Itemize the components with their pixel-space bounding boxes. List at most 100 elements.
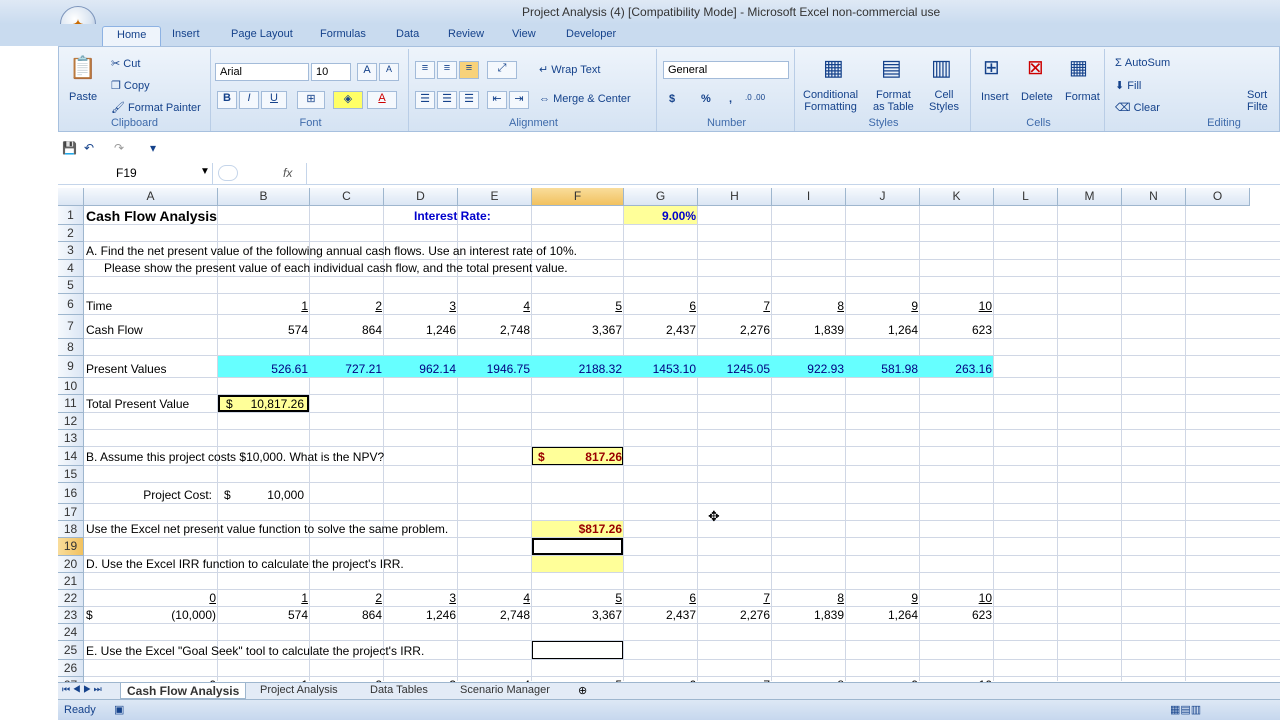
- currency-button[interactable]: $: [669, 93, 675, 105]
- decrease-indent-icon[interactable]: ⇤: [487, 91, 507, 109]
- column-header-i[interactable]: I: [772, 188, 846, 206]
- column-header-c[interactable]: C: [310, 188, 384, 206]
- column-header-k[interactable]: K: [920, 188, 994, 206]
- cut-button[interactable]: ✂ Cut: [111, 57, 140, 70]
- sheet-tab-project-analysis[interactable]: Project Analysis: [254, 683, 344, 699]
- paste-button[interactable]: Paste: [69, 91, 97, 103]
- percent-button[interactable]: %: [701, 93, 711, 105]
- name-box[interactable]: F19: [58, 163, 213, 185]
- row-header-4[interactable]: 4: [58, 260, 84, 277]
- tab-review[interactable]: Review: [448, 28, 484, 40]
- tab-view[interactable]: View: [512, 28, 536, 40]
- sheet-nav-icon[interactable]: ⏮ ◀ ▶ ⏭: [62, 684, 102, 695]
- row-header-17[interactable]: 17: [58, 504, 84, 521]
- tab-page-layout[interactable]: Page Layout: [231, 28, 293, 40]
- column-header-o[interactable]: O: [1186, 188, 1250, 206]
- formula-input[interactable]: [306, 163, 1280, 184]
- paste-icon[interactable]: 📋: [69, 55, 96, 81]
- increase-decimal-button[interactable]: .0 .00: [745, 93, 765, 102]
- align-right-icon[interactable]: ☰: [459, 91, 479, 109]
- tab-insert[interactable]: Insert: [172, 28, 200, 40]
- fill-button[interactable]: ⬇ Fill: [1115, 79, 1141, 92]
- name-box-dropdown-icon[interactable]: ▼: [200, 166, 210, 177]
- column-header-m[interactable]: M: [1058, 188, 1122, 206]
- format-as-table-button[interactable]: Format as Table: [873, 89, 914, 113]
- row-header-1[interactable]: 1: [58, 206, 84, 225]
- row-header-21[interactable]: 21: [58, 573, 84, 590]
- column-header-g[interactable]: G: [624, 188, 698, 206]
- font-name-select[interactable]: Arial: [215, 63, 309, 81]
- orientation-icon[interactable]: ⤢: [487, 61, 517, 79]
- row-header-11[interactable]: 11: [58, 395, 84, 413]
- macro-record-icon[interactable]: ▣: [114, 703, 124, 716]
- redo-icon[interactable]: ↷: [114, 141, 124, 155]
- align-left-icon[interactable]: ☰: [415, 91, 435, 109]
- row-header-26[interactable]: 26: [58, 660, 84, 677]
- row-header-3[interactable]: 3: [58, 242, 84, 260]
- row-header-16[interactable]: 16: [58, 483, 84, 504]
- formula-cancel-icon[interactable]: [218, 165, 238, 181]
- align-bottom-icon[interactable]: ≡: [459, 61, 479, 79]
- row-header-9[interactable]: 9: [58, 356, 84, 378]
- undo-icon[interactable]: ↶: [84, 141, 94, 155]
- row-header-2[interactable]: 2: [58, 225, 84, 242]
- row-header-15[interactable]: 15: [58, 466, 84, 483]
- row-header-23[interactable]: 23: [58, 607, 84, 624]
- row-header-20[interactable]: 20: [58, 556, 84, 573]
- view-normal-icon[interactable]: ▦▤▥: [1170, 703, 1201, 716]
- row-header-12[interactable]: 12: [58, 413, 84, 430]
- column-header-a[interactable]: A: [84, 188, 218, 206]
- grow-font-button[interactable]: A: [357, 63, 377, 81]
- sort-filter-button[interactable]: Sort Filte: [1247, 89, 1268, 113]
- underline-button[interactable]: U: [261, 91, 287, 109]
- insert-cells-icon[interactable]: ⊞: [983, 55, 1000, 80]
- autosum-button[interactable]: Σ AutoSum: [1115, 57, 1170, 69]
- row-header-10[interactable]: 10: [58, 378, 84, 395]
- tab-developer[interactable]: Developer: [566, 28, 616, 40]
- row-header-8[interactable]: 8: [58, 339, 84, 356]
- merge-center-button[interactable]: ⇔ Merge & Center: [539, 93, 631, 105]
- column-header-d[interactable]: D: [384, 188, 458, 206]
- conditional-formatting-icon[interactable]: ▦: [823, 55, 844, 81]
- row-header-19[interactable]: 19: [58, 538, 84, 556]
- clear-button[interactable]: ⌫ Clear: [1115, 101, 1160, 114]
- conditional-formatting-button[interactable]: Conditional Formatting: [803, 89, 858, 113]
- row-header-5[interactable]: 5: [58, 277, 84, 294]
- tab-data[interactable]: Data: [396, 28, 419, 40]
- delete-cells-icon[interactable]: ⊠: [1027, 55, 1044, 80]
- row-header-13[interactable]: 13: [58, 430, 84, 447]
- row-header-25[interactable]: 25: [58, 641, 84, 660]
- increase-indent-icon[interactable]: ⇥: [509, 91, 529, 109]
- sheet-tab-scenario-manager[interactable]: Scenario Manager: [454, 683, 556, 699]
- row-header-14[interactable]: 14: [58, 447, 84, 466]
- sheet-tab-data-tables[interactable]: Data Tables: [364, 683, 434, 699]
- number-format-select[interactable]: General: [663, 61, 789, 79]
- align-top-icon[interactable]: ≡: [415, 61, 435, 79]
- column-header-l[interactable]: L: [994, 188, 1058, 206]
- column-header-f[interactable]: F: [532, 188, 624, 206]
- delete-cells-button[interactable]: Delete: [1021, 91, 1053, 103]
- fill-color-button[interactable]: ◈: [333, 91, 363, 109]
- column-header-n[interactable]: N: [1122, 188, 1186, 206]
- wrap-text-button[interactable]: ↵ Wrap Text: [539, 63, 600, 76]
- bold-button[interactable]: B: [217, 91, 237, 109]
- font-color-button[interactable]: A: [367, 91, 397, 109]
- cell-styles-button[interactable]: Cell Styles: [929, 89, 959, 113]
- row-header-7[interactable]: 7: [58, 315, 84, 339]
- align-middle-icon[interactable]: ≡: [437, 61, 457, 79]
- column-header-h[interactable]: H: [698, 188, 772, 206]
- corner-cell[interactable]: [58, 188, 84, 206]
- insert-function-button[interactable]: fx: [283, 166, 292, 180]
- cell-styles-icon[interactable]: ▥: [931, 55, 952, 81]
- align-center-icon[interactable]: ☰: [437, 91, 457, 109]
- copy-button[interactable]: ❐ Copy: [111, 79, 150, 92]
- insert-cells-button[interactable]: Insert: [981, 91, 1009, 103]
- italic-button[interactable]: I: [239, 91, 259, 109]
- format-cells-icon[interactable]: ▦: [1069, 55, 1088, 80]
- save-icon[interactable]: 💾: [62, 141, 77, 155]
- row-header-6[interactable]: 6: [58, 294, 84, 315]
- row-header-24[interactable]: 24: [58, 624, 84, 641]
- shrink-font-button[interactable]: A: [379, 63, 399, 81]
- borders-button[interactable]: ⊞: [297, 91, 325, 109]
- customize-qat-icon[interactable]: ▾: [150, 141, 156, 155]
